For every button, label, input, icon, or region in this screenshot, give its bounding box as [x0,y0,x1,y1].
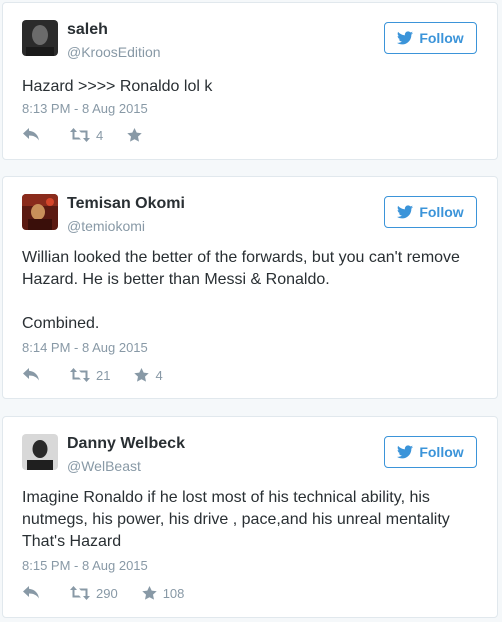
follow-label: Follow [419,30,464,46]
retweet-button[interactable]: 4 [70,128,103,143]
retweet-count: 4 [96,127,104,143]
tweet-paragraph: Willian looked the better of the forward… [22,249,460,288]
favorite-button[interactable] [127,128,148,142]
tweet-actions: 21 4 [23,365,163,385]
retweet-icon [70,586,90,600]
tweet-timestamp[interactable]: 8:15 PM - 8 Aug 2015 [22,558,148,573]
twitter-bird-icon [397,31,414,45]
tweet-paragraph: Combined. [22,315,100,332]
retweet-count: 290 [96,585,118,601]
user-name[interactable]: Danny Welbeck [67,435,185,453]
user-handle[interactable]: @temiokomi [67,218,145,234]
tweet-paragraph: Hazard >>>> Ronaldo lol k [22,78,213,95]
user-handle[interactable]: @KroosEdition [67,44,161,60]
star-icon [127,128,142,142]
avatar[interactable] [22,194,58,230]
reply-button[interactable] [23,128,40,142]
retweet-icon [70,368,90,382]
star-icon [142,586,157,600]
retweet-button[interactable]: 290 [70,586,118,601]
user-name[interactable]: Temisan Okomi [67,195,185,213]
follow-button[interactable]: Follow [384,22,477,54]
follow-label: Follow [419,444,464,460]
tweet-card: Temisan Okomi @temiokomi Follow Willian … [2,176,498,399]
favorite-count: 4 [155,367,163,383]
tweet-timestamp[interactable]: 8:14 PM - 8 Aug 2015 [22,340,148,355]
retweet-count: 21 [96,367,111,383]
twitter-bird-icon [397,205,414,219]
reply-icon [23,128,39,141]
star-icon [134,368,150,382]
avatar[interactable] [22,20,58,56]
follow-label: Follow [419,204,464,220]
retweet-icon [70,128,90,142]
follow-button[interactable]: Follow [384,436,477,468]
favorite-count: 108 [162,585,185,601]
tweet-actions: 4 [23,125,148,145]
tweet-actions: 290 108 [23,583,184,603]
tweet-text: Willian looked the better of the forward… [22,247,479,335]
tweet-text: Hazard >>>> Ronaldo lol k [22,76,479,98]
tweet-paragraph: Imagine Ronaldo if he lost most of his t… [22,489,450,550]
user-handle[interactable]: @WelBeast [67,458,141,474]
reply-button[interactable] [23,368,40,382]
reply-icon [23,586,39,599]
follow-button[interactable]: Follow [384,196,477,228]
tweet-text: Imagine Ronaldo if he lost most of his t… [22,487,479,553]
avatar[interactable] [22,434,58,470]
tweet-card: Danny Welbeck @WelBeast Follow Imagine R… [2,416,498,618]
reply-icon [23,368,39,381]
favorite-button[interactable]: 4 [134,367,163,383]
reply-button[interactable] [23,586,40,600]
twitter-bird-icon [397,445,414,459]
user-name[interactable]: saleh [67,21,108,39]
retweet-button[interactable]: 21 [70,368,110,383]
tweet-card: saleh @KroosEdition Follow Hazard >>>> R… [2,2,498,160]
tweet-timestamp[interactable]: 8:13 PM - 8 Aug 2015 [22,101,148,116]
favorite-button[interactable]: 108 [142,585,185,601]
